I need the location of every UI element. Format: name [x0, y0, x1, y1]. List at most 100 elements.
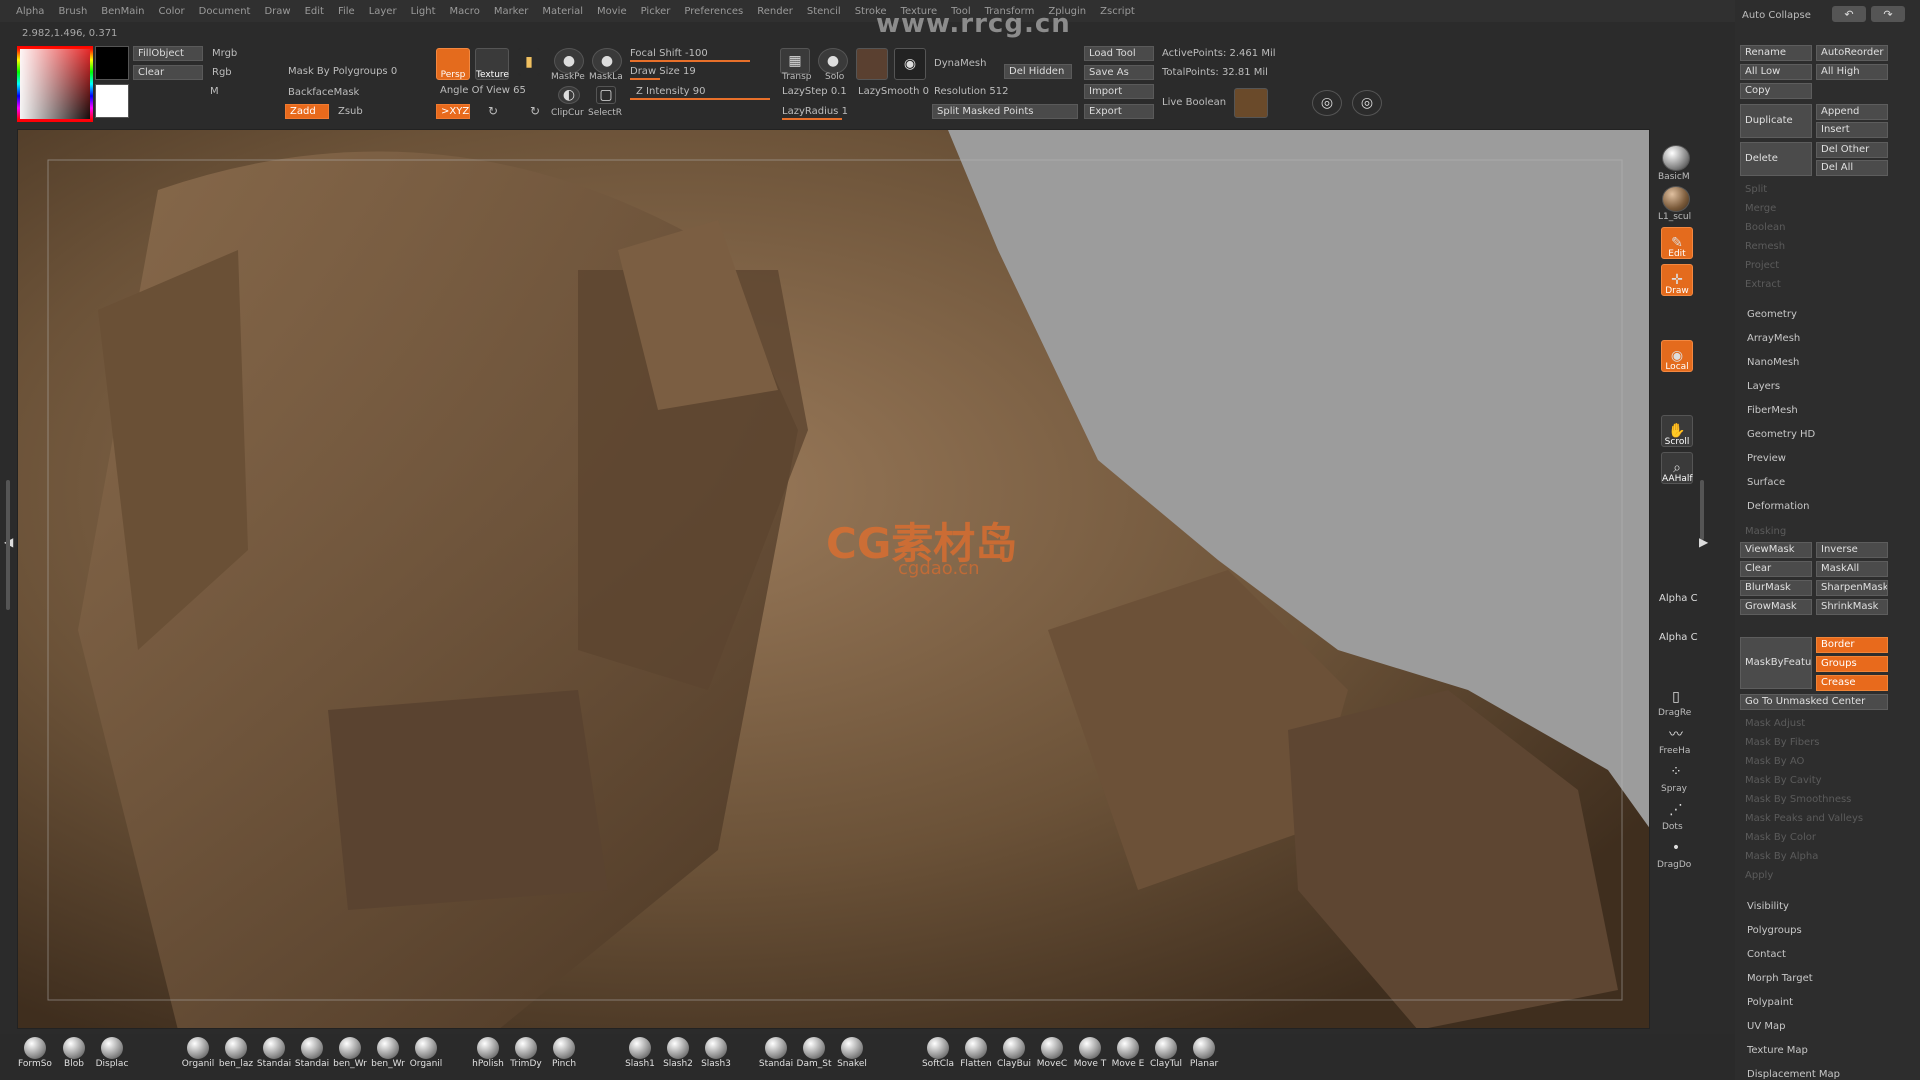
section-surface[interactable]: Surface — [1747, 477, 1785, 488]
brush-flatten[interactable]: Flatten — [958, 1037, 994, 1069]
brush-planar[interactable]: Planar — [1186, 1037, 1222, 1069]
undo-icon[interactable]: ↶ — [1832, 6, 1866, 22]
scroll-button[interactable]: ✋ Scroll — [1661, 415, 1693, 447]
m-button[interactable]: M — [210, 86, 219, 97]
draw-size-track[interactable] — [630, 78, 660, 80]
secondary-color-swatch[interactable] — [95, 84, 129, 118]
menu-zscript[interactable]: Zscript — [1100, 6, 1135, 17]
blurmask-button[interactable]: BlurMask — [1740, 580, 1812, 596]
menu-preferences[interactable]: Preferences — [684, 6, 743, 17]
menu-file[interactable]: File — [338, 6, 355, 17]
menu-brush[interactable]: Brush — [58, 6, 87, 17]
resolution-slider[interactable]: Resolution 512 — [934, 86, 1009, 97]
brush-standai[interactable]: Standai — [758, 1037, 794, 1069]
subtool-action-split[interactable]: Split — [1745, 184, 1767, 195]
rgb-button[interactable]: Rgb — [212, 67, 232, 78]
brush-movec[interactable]: MoveC — [1034, 1037, 1070, 1069]
l1-sculpt-icon[interactable] — [1662, 186, 1690, 212]
menu-draw[interactable]: Draw — [264, 6, 290, 17]
subtool-action-remesh[interactable]: Remesh — [1745, 241, 1785, 252]
menu-marker[interactable]: Marker — [494, 6, 529, 17]
lazyradius-track[interactable] — [782, 118, 842, 120]
brush-slash3[interactable]: Slash3 — [698, 1037, 734, 1069]
growmask-button[interactable]: GrowMask — [1740, 599, 1812, 615]
lazyradius-slider[interactable]: LazyRadius 1 — [782, 106, 848, 117]
focal-shift-track[interactable] — [630, 60, 750, 62]
focal-shift-slider[interactable]: Focal Shift -100 — [630, 48, 708, 59]
menu-stencil[interactable]: Stencil — [807, 6, 841, 17]
brush-claytul[interactable]: ClayTul — [1148, 1037, 1184, 1069]
subdiv-icon[interactable]: ◎ — [1352, 90, 1382, 116]
subtool-action-project[interactable]: Project — [1745, 260, 1779, 271]
border-toggle[interactable]: Border — [1816, 637, 1888, 653]
maskall-button[interactable]: MaskAll — [1816, 561, 1888, 577]
mask-option-apply[interactable]: Apply — [1745, 870, 1773, 881]
edit-button[interactable]: ✎ Edit — [1661, 227, 1693, 259]
texture-button[interactable]: Texture — [475, 48, 509, 80]
sharpenmask-button[interactable]: SharpenMask — [1816, 580, 1888, 596]
mrgb-button[interactable]: Mrgb — [212, 48, 237, 59]
import-button[interactable]: Import — [1084, 84, 1154, 99]
brush-ben-wr[interactable]: ben_Wr — [332, 1037, 368, 1069]
menu-picker[interactable]: Picker — [641, 6, 671, 17]
brush-displac[interactable]: Displac — [94, 1037, 130, 1069]
maskbyfeature-button[interactable]: MaskByFeature — [1740, 637, 1812, 689]
menu-macro[interactable]: Macro — [450, 6, 480, 17]
load-tool-button[interactable]: Load Tool — [1084, 46, 1154, 61]
mask-option-mask-by-alpha[interactable]: Mask By Alpha — [1745, 851, 1818, 862]
clipcurve-icon[interactable]: ◐ — [558, 86, 580, 104]
section-uv-map[interactable]: UV Map — [1747, 1021, 1785, 1032]
mask-option-mask-by-ao[interactable]: Mask By AO — [1745, 756, 1804, 767]
brush-pinch[interactable]: Pinch — [546, 1037, 582, 1069]
lazystep-slider[interactable]: LazyStep 0.1 — [782, 86, 847, 97]
brush-snakel[interactable]: Snakel — [834, 1037, 870, 1069]
selectrect-icon[interactable]: ▢ — [596, 86, 616, 104]
section-nanomesh[interactable]: NanoMesh — [1747, 357, 1799, 368]
dots-icon[interactable]: ⋰ — [1662, 798, 1690, 822]
menu-color[interactable]: Color — [159, 6, 185, 17]
append-button[interactable]: Append — [1816, 104, 1888, 120]
fillobject-button[interactable]: FillObject — [133, 46, 203, 61]
right-collapse-arrow-icon[interactable]: ▶ — [1699, 535, 1708, 549]
backface-mask-button[interactable]: BackfaceMask — [288, 87, 359, 98]
groups-toggle[interactable]: Groups — [1816, 656, 1888, 672]
brush-formso[interactable]: FormSo — [17, 1037, 53, 1069]
draw-size-slider[interactable]: Draw Size 19 — [630, 66, 696, 77]
section-visibility[interactable]: Visibility — [1747, 901, 1789, 912]
save-as-button[interactable]: Save As — [1084, 65, 1154, 80]
all-high-button[interactable]: All High — [1816, 64, 1888, 80]
redo-icon[interactable]: ↷ — [1871, 6, 1905, 22]
freehand-icon[interactable]: 〰 — [1662, 722, 1690, 746]
lazysmooth-slider[interactable]: LazySmooth 0 — [858, 86, 929, 97]
del-all-button[interactable]: Del All — [1816, 160, 1888, 176]
section-contact[interactable]: Contact — [1747, 949, 1786, 960]
menu-edit[interactable]: Edit — [305, 6, 324, 17]
spray-icon[interactable]: ⁘ — [1662, 760, 1690, 784]
canvas-viewport[interactable]: CG素材岛 cgdao.cn — [17, 129, 1650, 1029]
subtool-action-boolean[interactable]: Boolean — [1745, 222, 1786, 233]
reset-icon[interactable]: ↻ — [530, 104, 540, 118]
section-fibermesh[interactable]: FiberMesh — [1747, 405, 1798, 416]
z-intensity-slider[interactable]: Z Intensity 90 — [636, 86, 705, 97]
menu-movie[interactable]: Movie — [597, 6, 627, 17]
masklasso-icon[interactable]: ● — [592, 48, 622, 74]
local-button[interactable]: ◉ Local — [1661, 340, 1693, 372]
go-to-unmasked-center-button[interactable]: Go To Unmasked Center — [1740, 694, 1888, 710]
del-hidden-button[interactable]: Del Hidden — [1004, 64, 1072, 79]
section-layers[interactable]: Layers — [1747, 381, 1780, 392]
sym-xyz-button[interactable]: >XYZ — [436, 104, 470, 119]
autoreorder-button[interactable]: AutoReorder — [1816, 45, 1888, 61]
brush-hpolish[interactable]: hPolish — [470, 1037, 506, 1069]
draw-button[interactable]: ✛ Draw — [1661, 264, 1693, 296]
brush-softcla[interactable]: SoftCla — [920, 1037, 956, 1069]
section-deformation[interactable]: Deformation — [1747, 501, 1809, 512]
mask-option-mask-by-smoothness[interactable]: Mask By Smoothness — [1745, 794, 1851, 805]
solo-icon[interactable]: ● — [818, 48, 848, 74]
hue-ring[interactable] — [17, 46, 93, 122]
brush-slash2[interactable]: Slash2 — [660, 1037, 696, 1069]
maskpen-icon[interactable]: ● — [554, 48, 584, 74]
dynamic-icon[interactable]: ◎ — [1312, 90, 1342, 116]
z-intensity-track[interactable] — [630, 98, 770, 100]
menu-render[interactable]: Render — [757, 6, 793, 17]
insert-button[interactable]: Insert — [1816, 122, 1888, 138]
